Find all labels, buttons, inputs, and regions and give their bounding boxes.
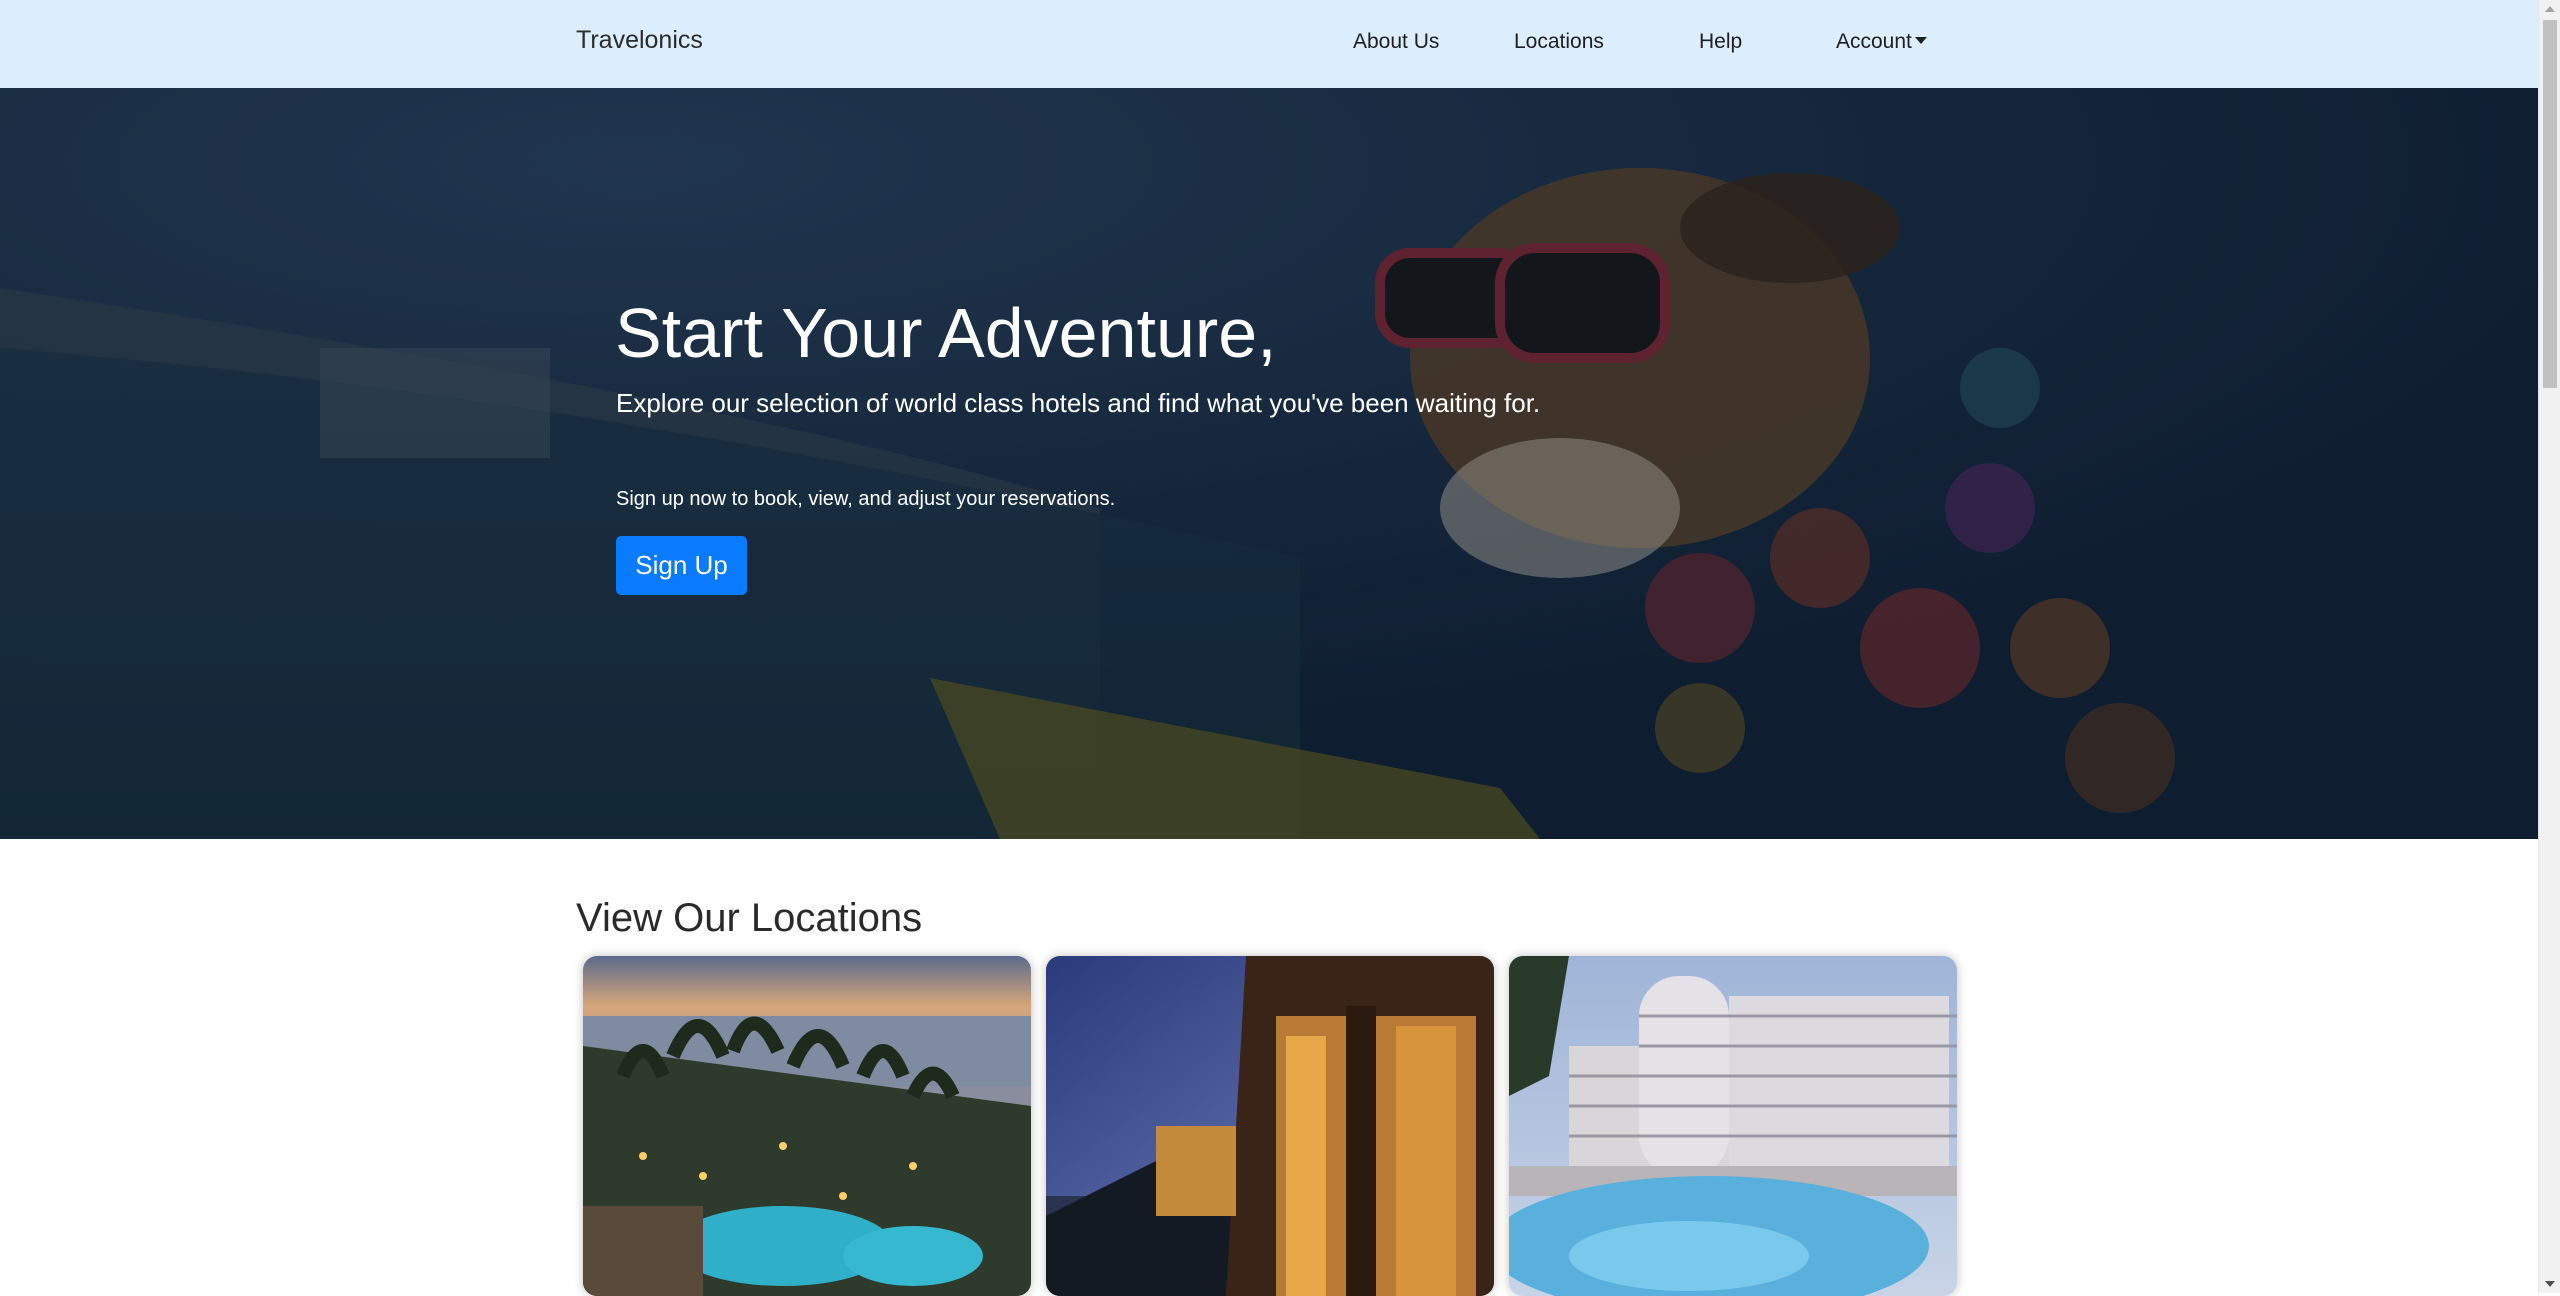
nav-account-dropdown[interactable]: Account bbox=[1836, 30, 1927, 54]
hero-title: Start Your Adventure, bbox=[615, 294, 1277, 372]
hero-lead-text: Explore our selection of world class hot… bbox=[616, 388, 1541, 418]
nav-help[interactable]: Help bbox=[1699, 30, 1742, 54]
location-card-resort[interactable] bbox=[583, 956, 1031, 1296]
scroll-down-arrow-icon[interactable] bbox=[2545, 1281, 2555, 1287]
cliffside-restaurant-at-night-photo bbox=[1046, 956, 1494, 1296]
caret-down-icon bbox=[1914, 37, 1927, 44]
nav-locations[interactable]: Locations bbox=[1514, 30, 1604, 54]
location-card-restaurant[interactable] bbox=[1046, 956, 1494, 1296]
nav-about-us[interactable]: About Us bbox=[1353, 30, 1439, 54]
page-scrollbar[interactable] bbox=[2538, 0, 2560, 1293]
location-card-hotel[interactable] bbox=[1509, 956, 1957, 1296]
tropical-resort-at-sunset-photo bbox=[583, 956, 1031, 1296]
hero-banner: Start Your Adventure, Explore our select… bbox=[0, 88, 2538, 839]
brand-logo[interactable]: Travelonics bbox=[576, 26, 703, 55]
signup-button[interactable]: Sign Up bbox=[616, 536, 747, 595]
locations-section-title: View Our Locations bbox=[576, 896, 923, 940]
hotel-with-pool-photo bbox=[1509, 956, 1957, 1296]
scroll-thumb[interactable] bbox=[2543, 20, 2557, 388]
scroll-up-arrow-icon[interactable] bbox=[2545, 6, 2555, 12]
hero-overlay bbox=[0, 88, 2538, 839]
navbar: Travelonics About Us Locations Help Acco… bbox=[0, 0, 2538, 88]
hero-signup-note: Sign up now to book, view, and adjust yo… bbox=[616, 488, 1116, 510]
nav-account-label: Account bbox=[1836, 30, 1912, 53]
